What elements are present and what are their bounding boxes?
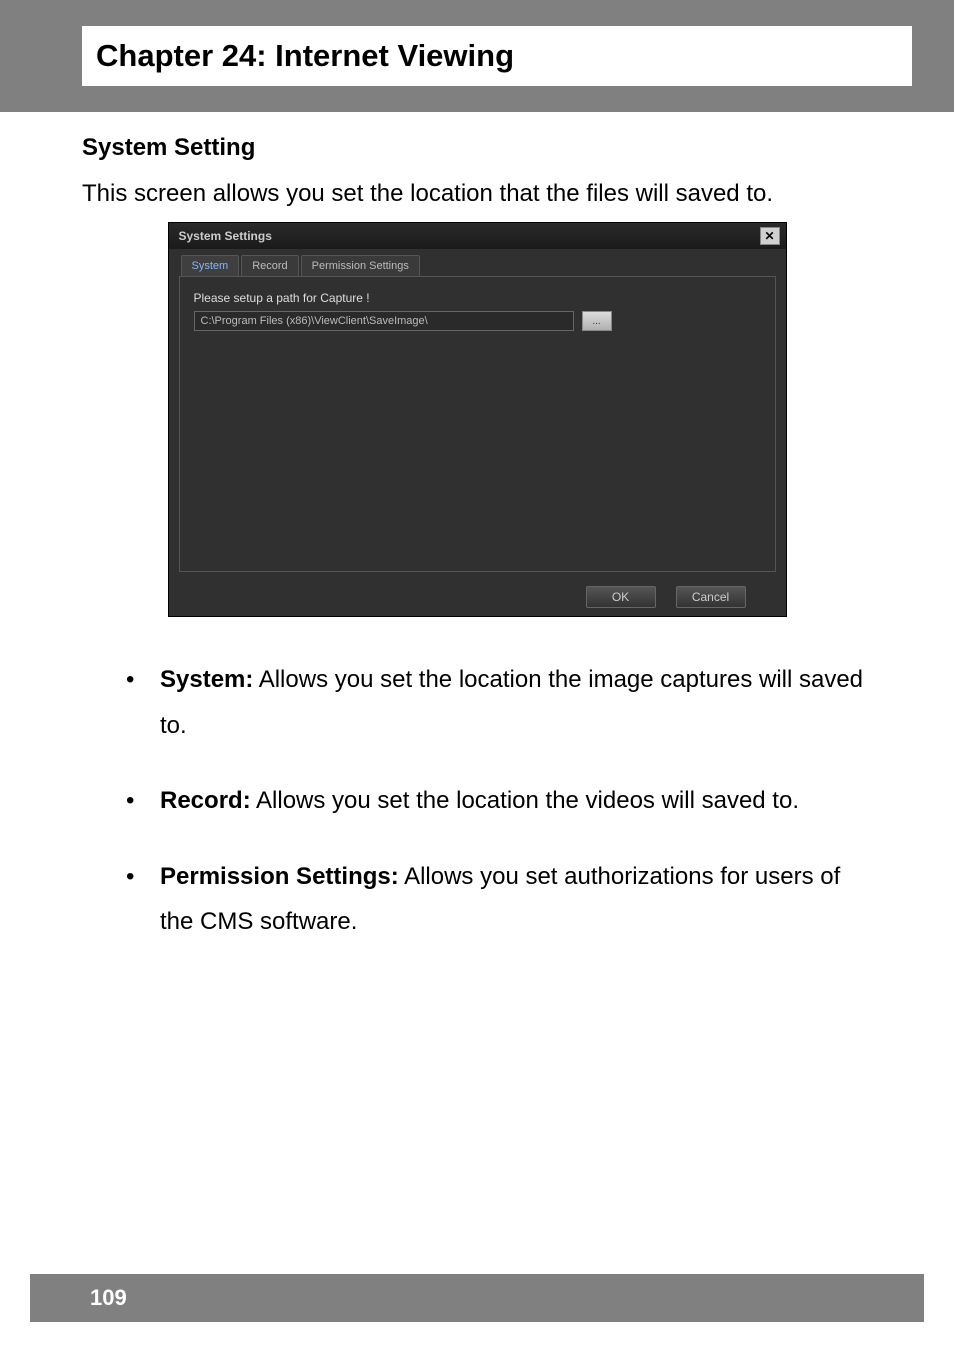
dialog-title: System Settings	[179, 229, 272, 243]
dialog-body: System Record Permission Settings Please…	[169, 249, 786, 582]
system-settings-dialog: System Settings ✕ System Record Permissi…	[168, 222, 787, 617]
browse-button[interactable]: ...	[582, 311, 612, 331]
section-intro: This screen allows you set the location …	[82, 180, 872, 208]
close-button[interactable]: ✕	[760, 227, 780, 245]
tab-system[interactable]: System	[181, 255, 240, 276]
list-item: Record: Allows you set the location the …	[122, 778, 872, 824]
ok-button[interactable]: OK	[586, 586, 656, 608]
chapter-header: Chapter 24: Internet Viewing	[0, 0, 954, 112]
list-item: System: Allows you set the location the …	[122, 657, 872, 748]
bullet-term-permission: Permission Settings:	[160, 863, 399, 890]
capture-path-input[interactable]	[194, 311, 574, 331]
dialog-footer: OK Cancel	[169, 582, 786, 616]
path-row: ...	[194, 311, 761, 331]
tab-permission-settings[interactable]: Permission Settings	[301, 255, 420, 276]
list-item: Permission Settings: Allows you set auth…	[122, 854, 872, 945]
chapter-title: Chapter 24: Internet Viewing	[82, 26, 912, 86]
tab-panel: Please setup a path for Capture ! ...	[179, 276, 776, 572]
setup-path-label: Please setup a path for Capture !	[194, 291, 761, 305]
section-title: System Setting	[82, 134, 872, 162]
page-footer: 109	[30, 1274, 924, 1322]
page-number: 109	[30, 1285, 127, 1311]
screenshot-container: System Settings ✕ System Record Permissi…	[82, 222, 872, 617]
tab-record[interactable]: Record	[241, 255, 298, 276]
bullet-list: System: Allows you set the location the …	[82, 657, 872, 945]
content-area: System Setting This screen allows you se…	[0, 116, 954, 945]
bullet-term-system: System:	[160, 666, 253, 693]
bullet-desc-system: Allows you set the location the image ca…	[160, 666, 863, 739]
dialog-titlebar: System Settings ✕	[169, 223, 786, 249]
bullet-desc-record: Allows you set the location the videos w…	[251, 787, 799, 814]
bullet-term-record: Record:	[160, 787, 251, 814]
cancel-button[interactable]: Cancel	[676, 586, 746, 608]
tabs-row: System Record Permission Settings	[181, 255, 776, 276]
